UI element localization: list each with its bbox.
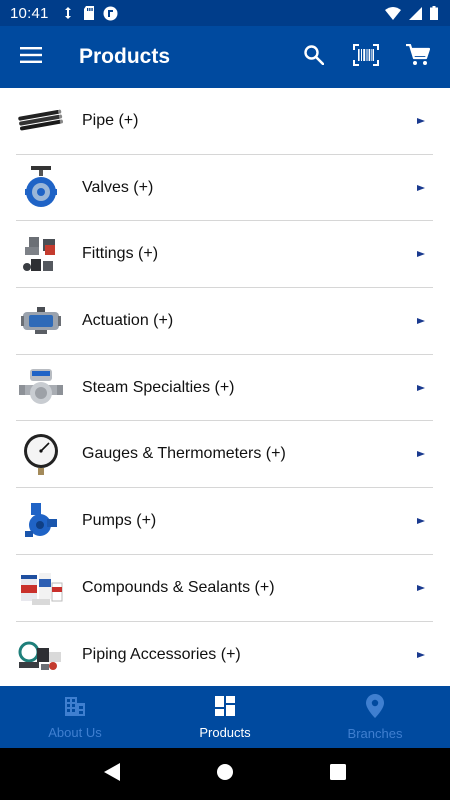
list-item-label: Compounds & Sealants (+) bbox=[82, 578, 275, 596]
status-bar: 10:41 bbox=[0, 0, 450, 26]
grid-icon bbox=[214, 695, 236, 722]
tab-label: Products bbox=[199, 724, 251, 740]
tab-branches[interactable]: Branches bbox=[300, 686, 450, 748]
tab-label: Branches bbox=[347, 725, 403, 741]
home-button[interactable] bbox=[205, 754, 245, 794]
search-button[interactable] bbox=[288, 31, 340, 83]
list-item-actuation[interactable]: Actuation (+) bbox=[16, 288, 433, 355]
cellular-icon bbox=[409, 6, 422, 20]
system-navigation-bar bbox=[0, 748, 450, 800]
location-pin-icon bbox=[366, 693, 384, 723]
tab-label: About Us bbox=[48, 724, 102, 740]
valve-thumbnail bbox=[16, 165, 66, 211]
tab-about-us[interactable]: About Us bbox=[0, 686, 150, 748]
sync-icon bbox=[61, 6, 75, 20]
pipe-thumbnail bbox=[16, 98, 66, 144]
product-category-list: Pipe (+) Valves (+) Fittings (+) Actuati… bbox=[0, 88, 450, 686]
list-item-label: Piping Accessories (+) bbox=[82, 645, 241, 663]
chevron-right-icon bbox=[417, 250, 425, 258]
barcode-scan-button[interactable] bbox=[340, 31, 392, 83]
chevron-right-icon bbox=[417, 184, 425, 192]
search-icon bbox=[304, 44, 325, 70]
list-item-valves[interactable]: Valves (+) bbox=[16, 155, 433, 222]
wifi-icon bbox=[385, 6, 401, 20]
recents-square-icon bbox=[330, 763, 347, 785]
tab-products[interactable]: Products bbox=[150, 686, 300, 748]
chevron-right-icon bbox=[417, 117, 425, 125]
chevron-right-icon bbox=[417, 517, 425, 525]
cart-icon bbox=[406, 43, 431, 71]
accessories-thumbnail bbox=[16, 632, 66, 678]
battery-icon bbox=[430, 6, 438, 20]
app-bar: Products bbox=[0, 26, 450, 88]
recents-button[interactable] bbox=[318, 754, 358, 794]
list-item-label: Actuation (+) bbox=[82, 311, 174, 329]
barcode-scanner-icon bbox=[353, 43, 379, 71]
page-title: Products bbox=[79, 45, 171, 68]
list-item-steam-specialties[interactable]: Steam Specialties (+) bbox=[16, 355, 433, 422]
status-time: 10:41 bbox=[10, 4, 49, 22]
hamburger-menu-icon bbox=[20, 46, 42, 68]
chevron-right-icon bbox=[417, 584, 425, 592]
list-item-label: Gauges & Thermometers (+) bbox=[82, 445, 286, 463]
chevron-right-icon bbox=[417, 384, 425, 392]
list-item-label: Valves (+) bbox=[82, 178, 154, 196]
pump-thumbnail bbox=[16, 498, 66, 544]
list-item-pumps[interactable]: Pumps (+) bbox=[16, 488, 433, 555]
list-item-label: Pumps (+) bbox=[82, 511, 157, 529]
list-item-label: Fittings (+) bbox=[82, 245, 159, 263]
chevron-right-icon bbox=[417, 317, 425, 325]
list-item-label: Pipe (+) bbox=[82, 111, 139, 129]
steam-trap-thumbnail bbox=[16, 365, 66, 411]
home-circle-icon bbox=[216, 763, 234, 786]
menu-button[interactable] bbox=[0, 26, 62, 88]
gauge-thumbnail bbox=[16, 431, 66, 477]
back-button[interactable] bbox=[92, 754, 132, 794]
actuator-thumbnail bbox=[16, 298, 66, 344]
list-item-fittings[interactable]: Fittings (+) bbox=[16, 221, 433, 289]
sealants-thumbnail bbox=[16, 565, 66, 611]
list-item-gauges-thermometers[interactable]: Gauges & Thermometers (+) bbox=[16, 421, 433, 489]
list-item-piping-accessories[interactable]: Piping Accessories (+) bbox=[16, 622, 433, 687]
fittings-thumbnail bbox=[16, 231, 66, 277]
back-triangle-icon bbox=[103, 762, 120, 786]
building-icon bbox=[64, 695, 86, 722]
chevron-right-icon bbox=[417, 450, 425, 458]
list-item-pipe[interactable]: Pipe (+) bbox=[16, 88, 433, 155]
list-item-compounds-sealants[interactable]: Compounds & Sealants (+) bbox=[16, 555, 433, 622]
bottom-navigation: About Us Products Branches bbox=[0, 686, 450, 748]
cart-button[interactable] bbox=[392, 31, 444, 83]
sd-card-icon bbox=[83, 6, 95, 20]
list-item-label: Steam Specialties (+) bbox=[82, 378, 235, 396]
app-notification-icon bbox=[103, 6, 118, 21]
chevron-right-icon bbox=[417, 651, 425, 659]
